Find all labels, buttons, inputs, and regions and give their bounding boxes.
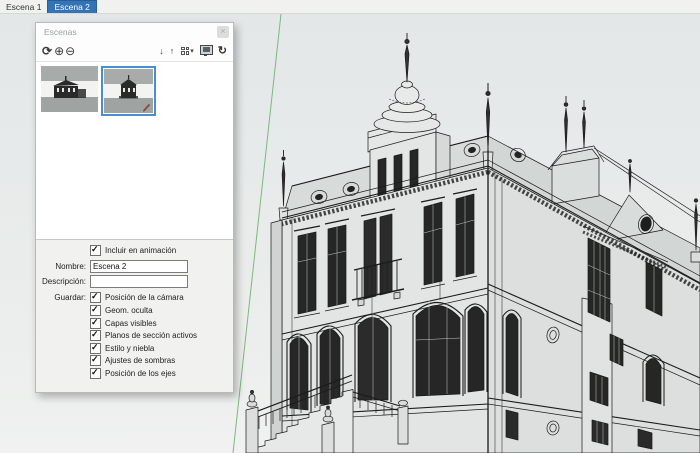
tab-escena-1[interactable]: Escena 1 xyxy=(0,0,47,13)
edit-pencil-icon[interactable] xyxy=(142,102,152,112)
description-label: Descripción: xyxy=(36,277,90,286)
remove-scene-icon[interactable]: ⊖ xyxy=(65,44,75,58)
show-details-icon[interactable] xyxy=(200,45,213,55)
scene-thumbnail-list[interactable] xyxy=(36,61,233,240)
description-input[interactable] xyxy=(90,275,188,288)
scene-tab-bar: Escena 1 Escena 2 xyxy=(0,0,700,14)
save-hidden-geometry-label: Geom. oculta xyxy=(105,306,153,315)
move-scene-up-icon[interactable]: ↑ xyxy=(170,46,175,56)
save-axes-position-label: Posición de los ejes xyxy=(105,369,176,378)
save-camera-position-checkbox[interactable] xyxy=(90,292,101,303)
building-wireframe xyxy=(246,33,700,453)
update-scene-icon[interactable]: ⟳ xyxy=(42,44,52,58)
save-camera-position-label: Posición de la cámara xyxy=(105,293,184,302)
include-animation-label: Incluir en animación xyxy=(105,246,176,255)
save-visible-layers-label: Capas visibles xyxy=(105,319,157,328)
save-section-planes-checkbox[interactable] xyxy=(90,330,101,341)
view-options-icon[interactable] xyxy=(181,47,189,55)
save-style-fog-label: Estilo y niebla xyxy=(105,344,154,353)
add-scene-icon[interactable]: ⊕ xyxy=(54,44,64,58)
close-icon[interactable]: × xyxy=(217,26,229,38)
save-label: Guardar: xyxy=(36,293,90,302)
view-options-caret-icon[interactable]: ▾ xyxy=(190,47,194,55)
scene-2-thumbnail[interactable] xyxy=(101,66,156,116)
save-visible-layers-checkbox[interactable] xyxy=(90,318,101,329)
save-section-planes-label: Planos de sección activos xyxy=(105,331,197,340)
name-input[interactable] xyxy=(90,260,188,273)
save-axes-position-checkbox[interactable] xyxy=(90,368,101,379)
name-label: Nombre: xyxy=(36,262,90,271)
tab-escena-2[interactable]: Escena 2 xyxy=(47,0,96,13)
move-scene-down-icon[interactable]: ↓ xyxy=(159,46,164,56)
save-shadow-settings-label: Ajustes de sombras xyxy=(105,356,175,365)
scenes-toolbar: ⟳ ⊕ ⊖ ↓ ↑ ▾ ↻ xyxy=(36,40,233,61)
scene-1-thumbnail-image xyxy=(41,66,98,112)
hide-details-icon[interactable]: ↻ xyxy=(218,44,227,57)
save-shadow-settings-checkbox[interactable] xyxy=(90,355,101,366)
scenes-dialog-titlebar[interactable]: Escenas × xyxy=(36,23,233,40)
scenes-dialog-title: Escenas xyxy=(44,27,77,37)
save-style-fog-checkbox[interactable] xyxy=(90,343,101,354)
scene-properties-form: Incluir en animación Nombre: Descripción… xyxy=(36,240,233,392)
include-animation-checkbox[interactable] xyxy=(90,245,101,256)
scene-1-thumbnail[interactable] xyxy=(41,66,98,112)
save-hidden-geometry-checkbox[interactable] xyxy=(90,305,101,316)
scenes-dialog: Escenas × ⟳ ⊕ ⊖ ↓ ↑ ▾ ↻ xyxy=(35,22,234,393)
